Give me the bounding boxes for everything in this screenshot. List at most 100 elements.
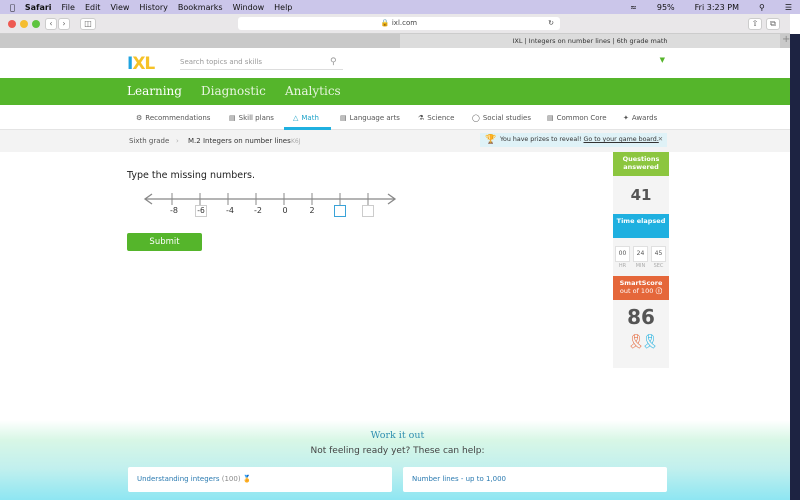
common-core-icon: ▤ — [547, 114, 554, 122]
search-input[interactable]: Search topics and skills — [180, 54, 343, 70]
breadcrumb-skill: M.2 Integers on number lines — [188, 137, 291, 145]
help-link-understanding-integers[interactable]: Understanding integers (100) 🏅 — [128, 467, 392, 492]
nav-analytics[interactable]: Analytics — [285, 84, 341, 98]
spotlight-icon[interactable]: ⚲ — [759, 3, 765, 12]
subject-nav: ⚙ Recommendations ▤ Skill plans △ Math ▤ Lan… — [0, 105, 790, 130]
ixl-logo[interactable]: IXL — [127, 54, 155, 74]
reload-icon[interactable]: ↻ — [548, 17, 554, 30]
forward-button[interactable]: › — [58, 18, 70, 30]
user-menu[interactable]: ▼ — [570, 56, 665, 68]
subnav-math[interactable]: △ Math — [293, 114, 319, 122]
nav-diagnostic[interactable]: Diagnostic — [201, 84, 266, 98]
menu-view[interactable]: View — [110, 3, 129, 12]
smartscore-sub: out of 100 — [619, 287, 654, 295]
menu-history[interactable]: History — [139, 3, 167, 12]
help-link-number-lines[interactable]: Number lines - up to 1,000 — [403, 467, 667, 492]
tick-label: -2 — [254, 206, 262, 215]
tab-1[interactable] — [0, 34, 399, 48]
back-button[interactable]: ‹ — [45, 18, 57, 30]
questions-answered-count: 41 — [630, 186, 652, 204]
subnav-recommendations[interactable]: ⚙ Recommendations — [136, 114, 210, 122]
subnav-social-studies[interactable]: ◯ Social studies — [472, 114, 531, 122]
recommendations-icon: ⚙ — [136, 114, 143, 122]
menu-app[interactable]: Safari — [25, 3, 52, 12]
battery-status[interactable]: 95% — [657, 3, 675, 12]
label: Awards — [631, 114, 658, 122]
label: Math — [301, 114, 319, 122]
clock[interactable]: Fri 3:23 PM — [695, 3, 739, 12]
breadcrumb-separator: › — [176, 137, 179, 145]
hr-label: HR — [618, 263, 627, 269]
menu-file[interactable]: File — [62, 3, 75, 12]
smartscore-label: SmartScore out of 100 ⓘ — [613, 276, 669, 300]
math-icon: △ — [293, 114, 299, 122]
apple-icon[interactable]:  — [10, 3, 15, 12]
label: Recommendations — [145, 114, 211, 122]
question-prompt: Type the missing numbers. — [127, 170, 255, 181]
menu-window[interactable]: Window — [233, 3, 265, 12]
answer-input-3[interactable] — [362, 205, 374, 217]
close-window-button[interactable] — [8, 20, 16, 28]
skill-plans-icon: ▤ — [229, 114, 236, 122]
link-count: (100) — [221, 475, 241, 483]
subnav-awards[interactable]: ✦ Awards — [623, 114, 657, 122]
subnav-language-arts[interactable]: ▤ Language arts — [340, 114, 400, 122]
globe-icon: ◯ — [472, 114, 480, 122]
menu-bookmarks[interactable]: Bookmarks — [178, 3, 223, 12]
time-elapsed-label: Time elapsed — [613, 214, 669, 238]
chevron-down-icon: ▼ — [659, 56, 665, 64]
subnav-common-core[interactable]: ▤ Common Core — [547, 114, 607, 122]
medal-icon: 🏅 — [242, 475, 252, 483]
site-header — [0, 48, 790, 78]
minimize-window-button[interactable] — [20, 20, 28, 28]
timer-seconds: 45 — [651, 246, 666, 262]
book-icon: ▤ — [340, 114, 347, 122]
help-icon[interactable]: ⓘ — [656, 287, 663, 295]
nav-learning[interactable]: Learning — [127, 84, 182, 98]
awards-icon: ✦ — [623, 114, 629, 122]
breadcrumb-grade[interactable]: Sixth grade — [129, 137, 169, 145]
tab-ixl[interactable]: IXL | Integers on number lines | 6th gra… — [400, 34, 780, 48]
tab-bar: IXL | Integers on number lines | 6th gra… — [0, 34, 790, 48]
subnav-skill-plans[interactable]: ▤ Skill plans — [229, 114, 274, 122]
min-label: MIN — [635, 263, 646, 269]
address-bar[interactable]: 🔒 ixl.com ↻ — [238, 17, 560, 30]
help-subtitle: Not feeling ready yet? These can help: — [310, 446, 485, 456]
submit-button[interactable]: Submit — [127, 233, 202, 251]
smartscore-value: 86 — [627, 305, 655, 329]
list-icon[interactable]: ☰ — [785, 3, 792, 12]
tabs-icon[interactable]: ⧉ — [766, 18, 780, 30]
main-nav: Learning Diagnostic Analytics — [0, 78, 790, 105]
wifi-icon[interactable]: ≈ — [630, 3, 637, 12]
label: Science — [427, 114, 455, 122]
zoom-window-button[interactable] — [32, 20, 40, 28]
label: Language arts — [349, 114, 400, 122]
tick-label: 0 — [282, 206, 288, 215]
share-icon[interactable]: ⇧ — [748, 18, 762, 30]
lock-icon: 🔒 — [380, 19, 390, 27]
answer-input-1[interactable]: -6 — [195, 205, 207, 217]
game-board-link[interactable]: Go to your game board. — [584, 136, 659, 143]
browser-toolbar: ‹ › ◫ 🔒 ixl.com ↻ ⇧ ⧉ — [0, 14, 790, 34]
skill-code: K6J — [291, 138, 301, 145]
link-label: Understanding integers — [137, 475, 220, 483]
tick-label: 2 — [309, 206, 315, 215]
answer-input-2[interactable] — [334, 205, 346, 217]
search-icon[interactable]: ⚲ — [330, 57, 337, 67]
menu-edit[interactable]: Edit — [85, 3, 101, 12]
science-icon: ⚗ — [418, 114, 425, 122]
subnav-science[interactable]: ⚗ Science — [418, 114, 454, 122]
smartscore-title: SmartScore — [619, 279, 663, 287]
timer-minutes: 24 — [633, 246, 648, 262]
menu-help[interactable]: Help — [274, 3, 292, 12]
tick-label: -4 — [226, 206, 234, 215]
sidebar-icon[interactable]: ◫ — [80, 18, 96, 30]
prize-banner: 🏆 You have prizes to reveal! Go to your … — [480, 133, 667, 147]
tick-label: -8 — [170, 206, 178, 215]
work-it-out-title: Work it out — [370, 430, 425, 441]
url-text: ixl.com — [391, 19, 418, 27]
close-icon[interactable]: ✕ — [658, 133, 663, 147]
questions-answered-label: Questions answered — [613, 152, 669, 176]
breadcrumb: Sixth grade › M.2 Integers on number lin… — [0, 130, 790, 152]
ribbon-blue-icon: 🎗 — [641, 334, 659, 350]
